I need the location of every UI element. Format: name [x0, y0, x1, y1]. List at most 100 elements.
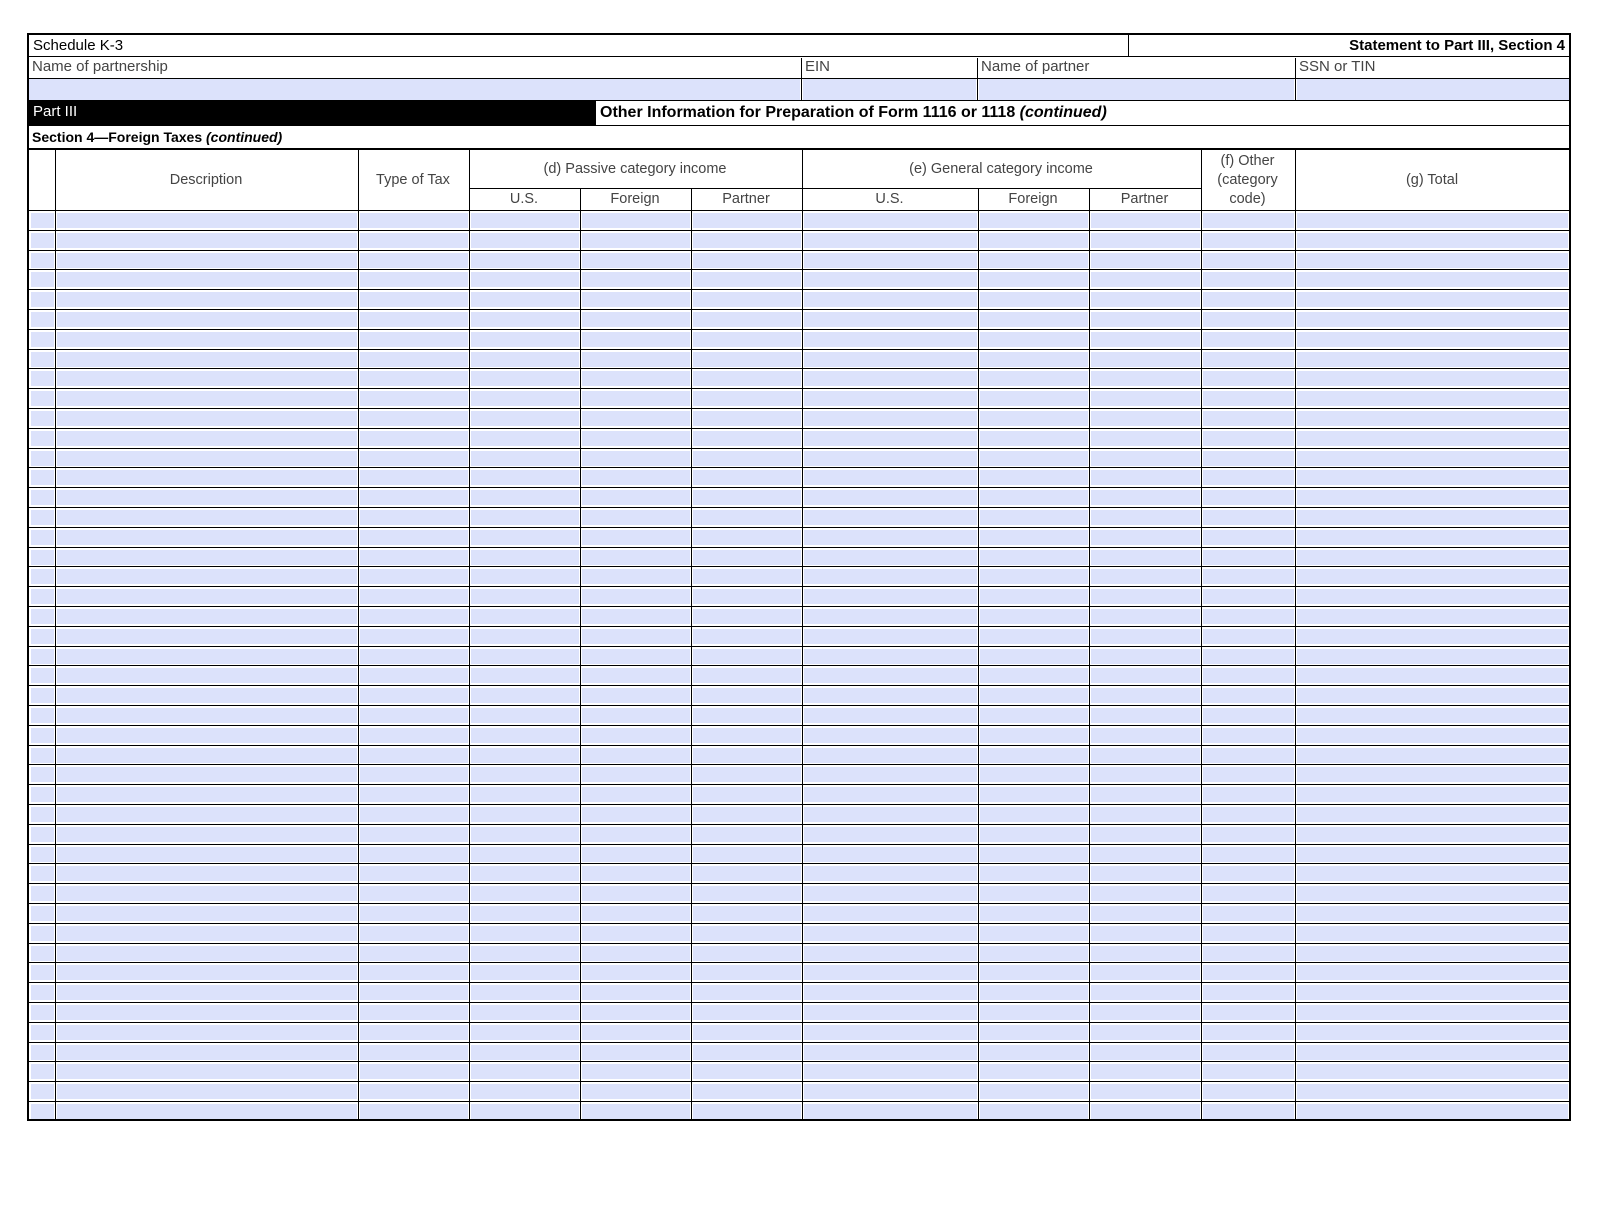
passive-us-cell[interactable] [471, 866, 579, 882]
general-partner-cell[interactable] [1091, 708, 1200, 723]
passive-us-cell[interactable] [471, 312, 579, 327]
total-cell[interactable] [1297, 589, 1568, 605]
passive-partner-cell[interactable] [693, 807, 801, 822]
general-partner-cell[interactable] [1091, 985, 1200, 1001]
description-cell[interactable] [57, 668, 357, 684]
general-us-cell[interactable] [804, 985, 977, 1001]
other-category-cell[interactable] [1203, 450, 1294, 466]
passive-partner-cell[interactable] [693, 1005, 801, 1020]
general-foreign-cell[interactable] [980, 589, 1088, 605]
general-foreign-cell[interactable] [980, 925, 1088, 941]
description-cell[interactable] [57, 510, 357, 525]
passive-partner-cell[interactable] [693, 965, 801, 981]
other-category-cell[interactable] [1203, 232, 1294, 248]
total-cell[interactable] [1297, 292, 1568, 308]
line-number-cell[interactable] [31, 272, 54, 288]
description-cell[interactable] [57, 866, 357, 882]
passive-foreign-cell[interactable] [582, 1005, 690, 1020]
general-partner-cell[interactable] [1091, 351, 1200, 367]
description-cell[interactable] [57, 470, 357, 486]
passive-partner-cell[interactable] [693, 549, 801, 565]
line-number-cell[interactable] [31, 371, 54, 387]
passive-foreign-cell[interactable] [582, 371, 690, 387]
ssn-tin-field[interactable] [1297, 79, 1569, 100]
general-us-cell[interactable] [804, 628, 977, 644]
general-partner-cell[interactable] [1091, 529, 1200, 545]
general-foreign-cell[interactable] [980, 826, 1088, 842]
type-of-tax-cell[interactable] [360, 906, 468, 921]
passive-foreign-cell[interactable] [582, 490, 690, 506]
general-foreign-cell[interactable] [980, 1044, 1088, 1060]
general-us-cell[interactable] [804, 787, 977, 803]
other-category-cell[interactable] [1203, 569, 1294, 585]
other-category-cell[interactable] [1203, 430, 1294, 446]
total-cell[interactable] [1297, 1104, 1568, 1119]
passive-us-cell[interactable] [471, 351, 579, 367]
general-partner-cell[interactable] [1091, 312, 1200, 327]
general-foreign-cell[interactable] [980, 1064, 1088, 1080]
general-foreign-cell[interactable] [980, 252, 1088, 268]
other-category-cell[interactable] [1203, 1064, 1294, 1080]
other-category-cell[interactable] [1203, 213, 1294, 228]
passive-partner-cell[interactable] [693, 272, 801, 288]
general-us-cell[interactable] [804, 371, 977, 387]
general-partner-cell[interactable] [1091, 1104, 1200, 1119]
description-cell[interactable] [57, 886, 357, 902]
type-of-tax-cell[interactable] [360, 490, 468, 506]
description-cell[interactable] [57, 727, 357, 743]
type-of-tax-cell[interactable] [360, 411, 468, 426]
other-category-cell[interactable] [1203, 589, 1294, 605]
general-partner-cell[interactable] [1091, 628, 1200, 644]
passive-partner-cell[interactable] [693, 668, 801, 684]
general-us-cell[interactable] [804, 886, 977, 902]
type-of-tax-cell[interactable] [360, 965, 468, 981]
passive-foreign-cell[interactable] [582, 985, 690, 1001]
total-cell[interactable] [1297, 787, 1568, 803]
passive-foreign-cell[interactable] [582, 807, 690, 822]
total-cell[interactable] [1297, 1024, 1568, 1040]
type-of-tax-cell[interactable] [360, 747, 468, 763]
description-cell[interactable] [57, 490, 357, 506]
description-cell[interactable] [57, 213, 357, 228]
general-us-cell[interactable] [804, 272, 977, 288]
other-category-cell[interactable] [1203, 826, 1294, 842]
type-of-tax-cell[interactable] [360, 668, 468, 684]
passive-us-cell[interactable] [471, 510, 579, 525]
line-number-cell[interactable] [31, 1044, 54, 1060]
line-number-cell[interactable] [31, 510, 54, 525]
passive-us-cell[interactable] [471, 569, 579, 585]
line-number-cell[interactable] [31, 252, 54, 268]
total-cell[interactable] [1297, 430, 1568, 446]
other-category-cell[interactable] [1203, 906, 1294, 921]
line-number-cell[interactable] [31, 292, 54, 308]
line-number-cell[interactable] [31, 628, 54, 644]
type-of-tax-cell[interactable] [360, 1005, 468, 1020]
passive-foreign-cell[interactable] [582, 232, 690, 248]
description-cell[interactable] [57, 767, 357, 783]
general-us-cell[interactable] [804, 292, 977, 308]
description-cell[interactable] [57, 549, 357, 565]
passive-partner-cell[interactable] [693, 371, 801, 387]
general-us-cell[interactable] [804, 549, 977, 565]
general-foreign-cell[interactable] [980, 708, 1088, 723]
line-number-cell[interactable] [31, 807, 54, 822]
total-cell[interactable] [1297, 1064, 1568, 1080]
total-cell[interactable] [1297, 906, 1568, 921]
line-number-cell[interactable] [31, 1084, 54, 1100]
line-number-cell[interactable] [31, 787, 54, 803]
passive-foreign-cell[interactable] [582, 1084, 690, 1100]
passive-foreign-cell[interactable] [582, 886, 690, 902]
general-foreign-cell[interactable] [980, 411, 1088, 426]
passive-partner-cell[interactable] [693, 628, 801, 644]
passive-partner-cell[interactable] [693, 391, 801, 407]
line-number-cell[interactable] [31, 708, 54, 723]
type-of-tax-cell[interactable] [360, 232, 468, 248]
line-number-cell[interactable] [31, 609, 54, 624]
passive-foreign-cell[interactable] [582, 411, 690, 426]
passive-partner-cell[interactable] [693, 1024, 801, 1040]
line-number-cell[interactable] [31, 1104, 54, 1119]
passive-us-cell[interactable] [471, 589, 579, 605]
total-cell[interactable] [1297, 1084, 1568, 1100]
general-foreign-cell[interactable] [980, 767, 1088, 783]
other-category-cell[interactable] [1203, 510, 1294, 525]
